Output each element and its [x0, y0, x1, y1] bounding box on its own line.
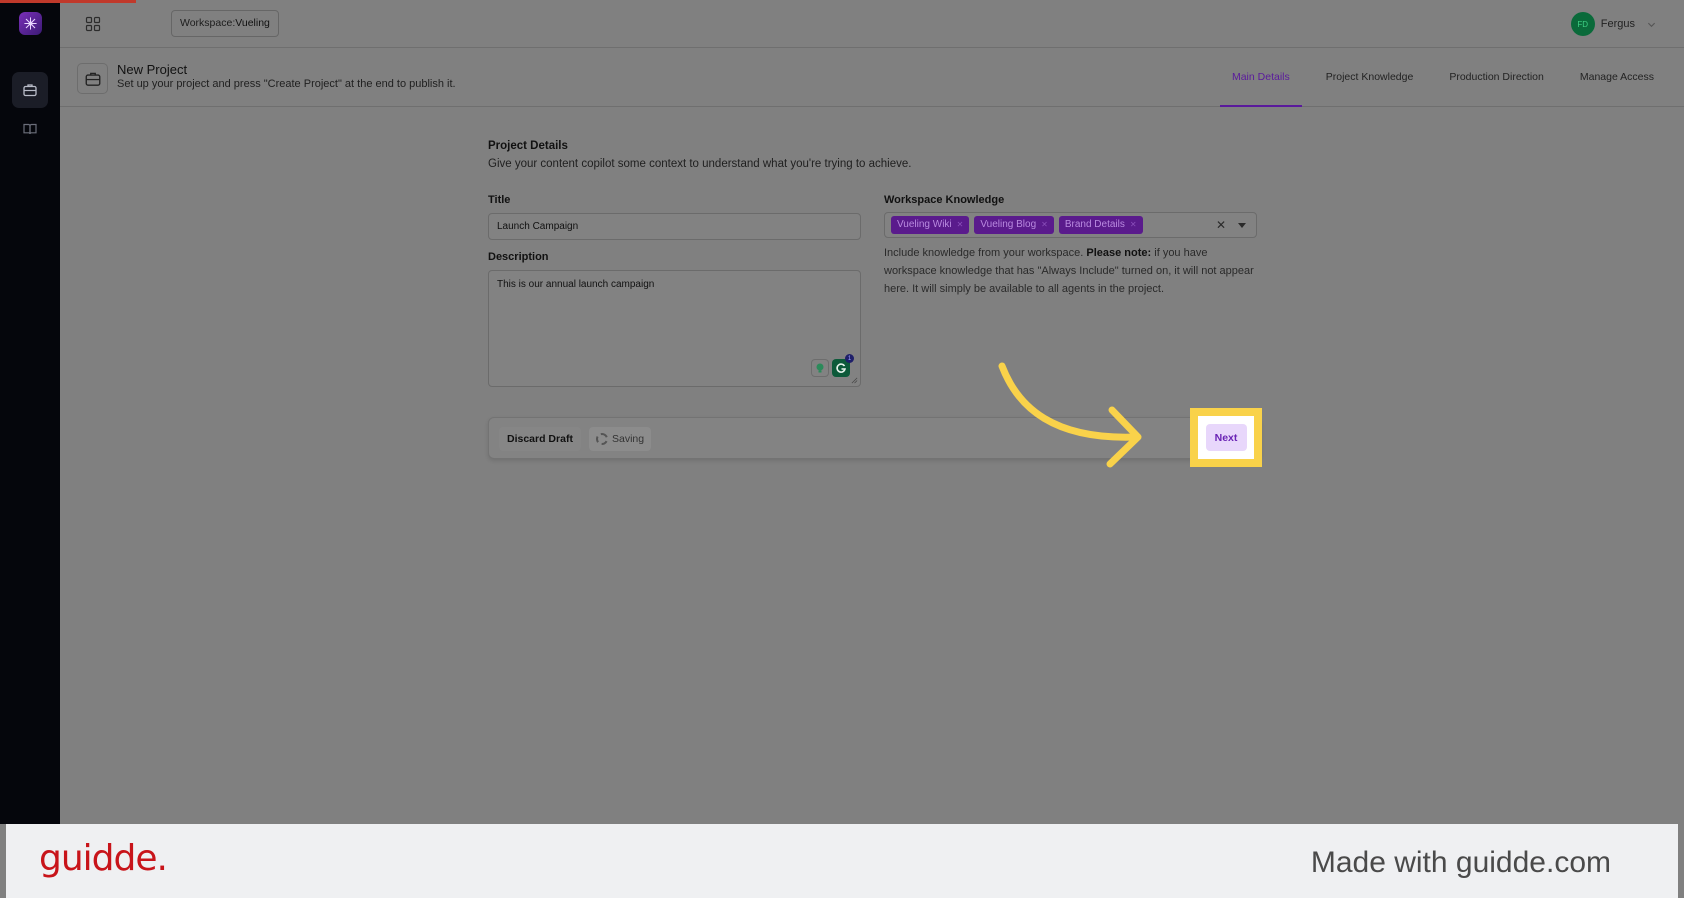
- avatar: FD: [1570, 12, 1595, 36]
- discard-draft-button[interactable]: Discard Draft: [499, 427, 581, 451]
- book-icon: [23, 123, 37, 135]
- chip-label: Vueling Wiki: [897, 219, 952, 230]
- help-prefix: Include knowledge from your workspace.: [884, 247, 1087, 259]
- title-label: Title: [488, 194, 511, 206]
- title-input[interactable]: Launch Campaign: [488, 213, 861, 240]
- chip-remove-icon[interactable]: ✕: [1130, 216, 1137, 234]
- left-sidebar: [0, 0, 60, 824]
- grid-icon[interactable]: [85, 16, 101, 32]
- briefcase-icon: [23, 84, 37, 97]
- user-menu[interactable]: FD Fergus: [1570, 12, 1656, 36]
- tab-project-knowledge[interactable]: Project Knowledge: [1314, 48, 1426, 107]
- chip-remove-icon[interactable]: ✕: [1041, 216, 1048, 234]
- grammarly-icon[interactable]: 1: [832, 354, 854, 377]
- description-label: Description: [488, 251, 549, 263]
- resize-grip-icon[interactable]: [851, 377, 858, 384]
- chip-label: Vueling Blog: [980, 219, 1037, 230]
- section-description: Give your content copilot some context t…: [488, 158, 912, 170]
- next-button[interactable]: Next: [1205, 424, 1247, 451]
- description-textarea[interactable]: This is our annual launch campaign 1: [488, 270, 861, 387]
- app-logo-icon[interactable]: [19, 12, 42, 35]
- tab-manage-access[interactable]: Manage Access: [1568, 48, 1666, 107]
- project-briefcase-icon: [77, 63, 108, 94]
- guide-arrow-icon: [998, 362, 1142, 468]
- knowledge-label: Workspace Knowledge: [884, 194, 1005, 206]
- knowledge-chips: Vueling Wiki ✕ Vueling Blog ✕ Brand Detail…: [891, 216, 1143, 234]
- user-name: Fergus: [1600, 18, 1635, 30]
- sidebar-item-projects[interactable]: [12, 72, 48, 108]
- knowledge-chip[interactable]: Vueling Blog ✕: [974, 216, 1054, 234]
- workspace-selector[interactable]: Workspace:Vueling: [171, 10, 279, 37]
- tab-main-details[interactable]: Main Details: [1219, 48, 1302, 107]
- top-bar: Workspace:Vueling FD Fergus: [60, 0, 1684, 48]
- next-button-frame: Next: [1198, 416, 1254, 459]
- tab-bar: Main Details Project Knowledge Productio…: [1219, 48, 1666, 107]
- lightbulb-icon[interactable]: [811, 359, 829, 377]
- sidebar-item-knowledge[interactable]: [12, 111, 48, 147]
- dropdown-caret-icon[interactable]: [1238, 223, 1246, 228]
- knowledge-chip[interactable]: Vueling Wiki ✕: [891, 216, 970, 234]
- workspace-label: Workspace:: [180, 17, 236, 29]
- knowledge-chip[interactable]: Brand Details ✕: [1058, 216, 1143, 234]
- clear-icon[interactable]: ✕: [1216, 218, 1226, 232]
- chip-label: Brand Details: [1064, 219, 1125, 230]
- top-progress-bar: [0, 0, 136, 3]
- page-subtitle: Set up your project and press "Create Pr…: [117, 78, 456, 90]
- page-header: New Project Set up your project and pres…: [60, 48, 1684, 107]
- saving-label: Saving: [612, 433, 645, 445]
- saving-indicator: Saving: [589, 427, 652, 451]
- tab-production-direction[interactable]: Production Direction: [1437, 48, 1556, 107]
- description-text: This is our annual launch campaign: [497, 279, 655, 290]
- next-button-highlight: Next: [1190, 408, 1262, 467]
- spinner-icon: [596, 433, 608, 445]
- notification-badge: 1: [845, 354, 854, 363]
- knowledge-help-text: Include knowledge from your workspace. P…: [884, 244, 1259, 298]
- chip-remove-icon[interactable]: ✕: [957, 216, 964, 234]
- knowledge-multiselect[interactable]: Vueling Wiki ✕ Vueling Blog ✕ Brand Detail…: [884, 212, 1257, 238]
- help-note: Please note:: [1086, 247, 1152, 259]
- guidde-logo: guidde.: [39, 838, 168, 879]
- description-tools: 1: [811, 354, 854, 377]
- guidde-footer: guidde. Made with guidde.com: [6, 824, 1678, 898]
- page-title: New Project: [117, 62, 188, 77]
- section-title: Project Details: [488, 140, 568, 152]
- chevron-down-icon: [1647, 22, 1656, 27]
- workspace-name: Vueling: [235, 17, 270, 29]
- made-with-text: Made with guidde.com: [1310, 846, 1611, 879]
